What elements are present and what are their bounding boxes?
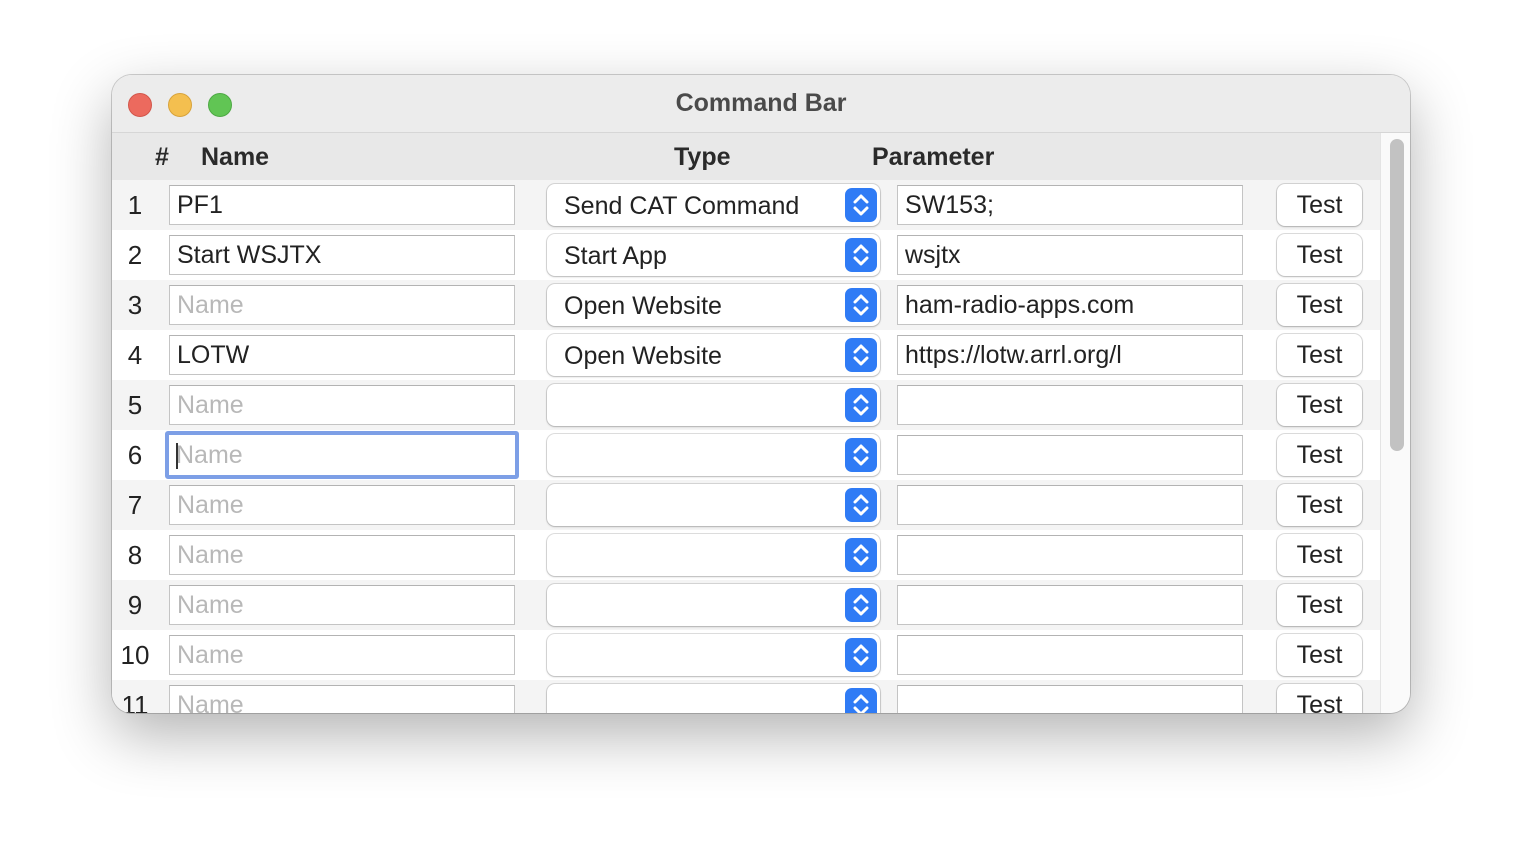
test-button[interactable]: Test — [1277, 684, 1362, 713]
type-select[interactable]: Open Website — [547, 334, 880, 376]
table-row: 11 Test — [112, 680, 1380, 713]
type-select[interactable]: Open Website — [547, 284, 880, 326]
parameter-field[interactable] — [897, 435, 1243, 475]
test-button[interactable]: Test — [1277, 484, 1362, 526]
name-field[interactable] — [169, 685, 515, 713]
type-select-value: Open Website — [564, 342, 722, 370]
parameter-field[interactable] — [897, 185, 1243, 225]
column-header-type: Type — [674, 143, 731, 171]
chevron-up-down-icon[interactable] — [845, 488, 877, 522]
test-button[interactable]: Test — [1277, 434, 1362, 476]
table-row: 3 Open Website Test — [112, 280, 1380, 330]
chevron-up-down-icon[interactable] — [845, 438, 877, 472]
column-header-number: # — [155, 143, 169, 171]
name-field[interactable] — [169, 635, 515, 675]
test-button[interactable]: Test — [1277, 584, 1362, 626]
test-button[interactable]: Test — [1277, 184, 1362, 226]
chevron-up-down-icon[interactable] — [845, 288, 877, 322]
title-bar: Command Bar — [112, 75, 1410, 133]
row-number: 4 — [127, 340, 143, 370]
chevron-up-down-icon[interactable] — [845, 388, 877, 422]
parameter-field[interactable] — [897, 335, 1243, 375]
table-row: 7 Test — [112, 480, 1380, 530]
chevron-up-down-icon[interactable] — [845, 188, 877, 222]
name-field[interactable] — [169, 485, 515, 525]
name-field[interactable] — [169, 535, 515, 575]
row-number: 6 — [127, 440, 143, 470]
type-select[interactable] — [547, 484, 880, 526]
chevron-up-down-icon[interactable] — [845, 538, 877, 572]
test-button[interactable]: Test — [1277, 234, 1362, 276]
name-field[interactable] — [165, 431, 519, 479]
table-row: 9 Test — [112, 580, 1380, 630]
row-number: 10 — [120, 640, 150, 670]
parameter-field[interactable] — [897, 685, 1243, 713]
type-select[interactable] — [547, 384, 880, 426]
parameter-field[interactable] — [897, 585, 1243, 625]
parameter-field[interactable] — [897, 285, 1243, 325]
type-select[interactable] — [547, 434, 880, 476]
chevron-up-down-icon[interactable] — [845, 638, 877, 672]
chevron-up-down-icon[interactable] — [845, 588, 877, 622]
chevron-up-down-icon[interactable] — [845, 238, 877, 272]
commands-table: # Name Type Parameter 1 Send CAT Command T… — [112, 133, 1380, 713]
type-select[interactable] — [547, 634, 880, 676]
table-row: 2 Start App Test — [112, 230, 1380, 280]
type-select-value: Open Website — [564, 292, 722, 320]
test-button[interactable]: Test — [1277, 334, 1362, 376]
type-select[interactable] — [547, 684, 880, 713]
name-field[interactable] — [169, 585, 515, 625]
row-number: 7 — [127, 490, 143, 520]
window-title: Command Bar — [675, 89, 847, 117]
table-row: 4 Open Website Test — [112, 330, 1380, 380]
parameter-field[interactable] — [897, 235, 1243, 275]
type-select-value: Start App — [564, 242, 667, 270]
name-field[interactable] — [169, 335, 515, 375]
name-field[interactable] — [169, 185, 515, 225]
type-select-value: Send CAT Command — [564, 192, 800, 220]
row-number: 9 — [127, 590, 143, 620]
parameter-field[interactable] — [897, 535, 1243, 575]
column-header-name: Name — [201, 143, 270, 171]
row-number: 1 — [127, 190, 143, 220]
row-number: 2 — [127, 240, 143, 270]
table-row: 8 Test — [112, 530, 1380, 580]
table-header: # Name Type Parameter — [112, 133, 1380, 180]
name-field[interactable] — [169, 235, 515, 275]
row-number: 5 — [127, 390, 143, 420]
row-number: 11 — [121, 690, 149, 713]
scrollbar-thumb[interactable] — [1390, 139, 1404, 451]
test-button[interactable]: Test — [1277, 534, 1362, 576]
row-number: 3 — [127, 290, 143, 320]
type-select[interactable] — [547, 584, 880, 626]
table-row: 6 Test — [112, 430, 1380, 480]
test-button[interactable]: Test — [1277, 634, 1362, 676]
row-number: 8 — [127, 540, 143, 570]
chevron-up-down-icon[interactable] — [845, 688, 877, 713]
parameter-field[interactable] — [897, 485, 1243, 525]
type-select[interactable] — [547, 534, 880, 576]
type-select[interactable]: Start App — [547, 234, 880, 276]
type-select[interactable]: Send CAT Command — [547, 184, 880, 226]
text-caret — [176, 443, 178, 469]
column-header-parameter: Parameter — [872, 143, 995, 171]
test-button[interactable]: Test — [1277, 384, 1362, 426]
vertical-scrollbar[interactable] — [1380, 133, 1410, 713]
name-field[interactable] — [169, 385, 515, 425]
chevron-up-down-icon[interactable] — [845, 338, 877, 372]
table-row: 10 Test — [112, 630, 1380, 680]
parameter-field[interactable] — [897, 635, 1243, 675]
test-button[interactable]: Test — [1277, 284, 1362, 326]
table-row: 1 Send CAT Command Test — [112, 180, 1380, 230]
table-row: 5 Test — [112, 380, 1380, 430]
name-field[interactable] — [169, 285, 515, 325]
parameter-field[interactable] — [897, 385, 1243, 425]
command-bar-window: Command Bar # Name Type Parameter 1 Send … — [112, 75, 1410, 713]
